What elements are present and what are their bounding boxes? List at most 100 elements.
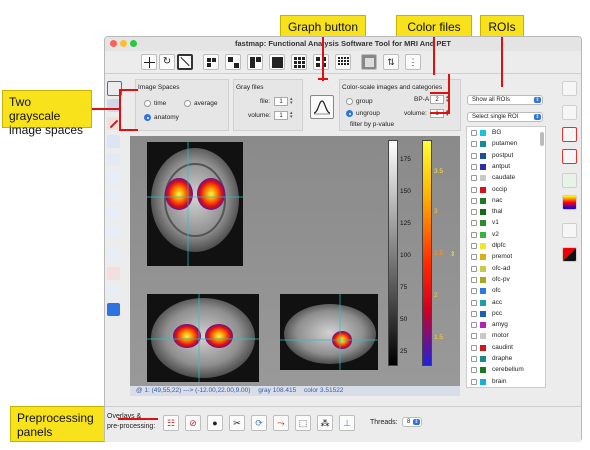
layout-grid-3-button[interactable]: [335, 54, 351, 70]
average-radio[interactable]: [184, 100, 191, 107]
no-entry-button[interactable]: ⊘: [185, 415, 201, 431]
layout-3-button[interactable]: [247, 54, 263, 70]
roi-list-item[interactable]: v2: [467, 229, 545, 241]
roi-list-item[interactable]: dlpfc: [467, 240, 545, 252]
roi-list-item[interactable]: amyg: [467, 319, 545, 331]
crop-tool[interactable]: [107, 207, 120, 220]
target-tool[interactable]: [107, 247, 120, 260]
roi-list-item[interactable]: ofc-pv: [467, 274, 545, 286]
graph-button[interactable]: [310, 95, 334, 119]
roi-checkbox[interactable]: [471, 186, 477, 193]
roi-list-item[interactable]: motor: [467, 330, 545, 342]
image-view-button[interactable]: [361, 54, 377, 70]
roi-list-item[interactable]: pcc: [467, 308, 545, 320]
roi-list-item[interactable]: ofc: [467, 285, 545, 297]
bulb-tool[interactable]: [107, 171, 120, 184]
roi-checkbox[interactable]: [471, 299, 477, 306]
roi-checkbox[interactable]: [471, 130, 477, 136]
roi-checkbox[interactable]: [471, 276, 477, 283]
rotate-tool-button[interactable]: ↻: [159, 54, 175, 70]
roi-checkbox[interactable]: [471, 254, 477, 261]
options-dropdown[interactable]: [107, 303, 120, 316]
roi-list-item[interactable]: brain: [467, 376, 545, 387]
roi-list-item[interactable]: cerebellum: [467, 364, 545, 376]
roi-list-item[interactable]: acc: [467, 297, 545, 309]
gray-file-stepper[interactable]: ▴ ▾: [290, 97, 295, 106]
roi-list-item[interactable]: putamen: [467, 138, 545, 150]
gray-file-input[interactable]: 1: [274, 97, 288, 106]
roi-checkbox[interactable]: [471, 356, 477, 362]
roi-checkbox[interactable]: [471, 243, 477, 249]
gray-volume-input[interactable]: 1: [274, 111, 288, 120]
flower-tool[interactable]: [562, 223, 577, 238]
more-button[interactable]: ⋮: [405, 54, 421, 70]
roi-list-item[interactable]: caudint: [467, 342, 545, 354]
axial-view[interactable]: [147, 294, 259, 382]
roi-list-item[interactable]: draphe: [467, 353, 545, 365]
layout-grid-button[interactable]: [291, 54, 307, 70]
refresh-button[interactable]: ⟳: [251, 415, 267, 431]
roi-checkbox[interactable]: [471, 152, 477, 159]
globe-tool[interactable]: [107, 189, 120, 202]
colormap-tool[interactable]: [562, 195, 577, 210]
roi-checkbox[interactable]: [471, 141, 477, 148]
threads-select[interactable]: 8 ⇕: [402, 417, 422, 427]
colorbar-range-marker-icon[interactable]: ⇕: [450, 250, 455, 258]
align-tool[interactable]: [562, 105, 577, 120]
crosshair-tool-button[interactable]: [141, 54, 157, 70]
sagittal-view[interactable]: [280, 294, 378, 370]
roi-checkbox[interactable]: [471, 378, 477, 385]
anatomy-radio[interactable]: [144, 114, 151, 121]
layers-tool[interactable]: [107, 267, 120, 280]
layout-single-button[interactable]: [269, 54, 285, 70]
warp-button[interactable]: ⬚: [295, 415, 311, 431]
layout-grid-2-button[interactable]: [313, 54, 329, 70]
box-tool-button[interactable]: [177, 54, 193, 70]
gray-volume-stepper[interactable]: ▴ ▾: [290, 111, 295, 120]
roi-checkbox[interactable]: [471, 231, 477, 238]
overlay-tool[interactable]: [107, 285, 120, 298]
sort-button[interactable]: ⇅: [383, 54, 399, 70]
roi-checkbox[interactable]: [471, 288, 477, 295]
coronal-view[interactable]: [147, 142, 243, 266]
cut-button[interactable]: ✂: [229, 415, 245, 431]
show-rois-select[interactable]: Show all ROIs ⇕: [467, 95, 543, 105]
roi-list[interactable]: BG putamen postput antput caudate occip nac tha…: [466, 126, 546, 388]
roi-sheet-button[interactable]: ☷: [163, 415, 179, 431]
roi-list-item[interactable]: nac: [467, 195, 545, 207]
roi-checkbox[interactable]: [471, 197, 477, 204]
roi-list-item[interactable]: premot: [467, 251, 545, 263]
roi-list-scrollbar[interactable]: [540, 132, 544, 146]
roi-checkbox[interactable]: [471, 163, 477, 170]
roi-checkbox[interactable]: [471, 220, 477, 227]
select-single-roi[interactable]: Select single ROI ⇕: [467, 112, 543, 122]
layout-2-button[interactable]: [225, 54, 241, 70]
layout-1-button[interactable]: [203, 54, 219, 70]
roi-checkbox[interactable]: [471, 344, 477, 351]
document-tool[interactable]: [107, 153, 120, 166]
roi-list-item[interactable]: postput: [467, 150, 545, 162]
color-swap-tool[interactable]: [562, 247, 577, 262]
roi-checkbox[interactable]: [471, 265, 477, 272]
roi-checkbox[interactable]: [471, 209, 477, 216]
roi-checkbox[interactable]: [471, 333, 477, 340]
roi-list-item[interactable]: BG: [467, 127, 545, 139]
roi-checkbox[interactable]: [471, 175, 477, 182]
roi-list-item[interactable]: caudate: [467, 172, 545, 184]
roi-list-item[interactable]: v1: [467, 217, 545, 229]
roi-list-item[interactable]: occip: [467, 184, 545, 196]
color-file-input[interactable]: 2: [430, 95, 444, 104]
group-radio[interactable]: [346, 98, 353, 105]
sort-up-tool[interactable]: [562, 81, 577, 96]
axes-button[interactable]: ⊥: [339, 415, 355, 431]
h-tool[interactable]: [562, 173, 577, 188]
dot-button[interactable]: ●: [207, 415, 223, 431]
ungroup-radio[interactable]: [346, 110, 353, 117]
roi-list-item[interactable]: antput: [467, 161, 545, 173]
expand-tool[interactable]: [107, 225, 120, 238]
transform-button[interactable]: ⤳: [273, 415, 289, 431]
red-arrows-tool[interactable]: [562, 127, 577, 142]
add-red-tool[interactable]: [562, 149, 577, 164]
roi-checkbox[interactable]: [471, 367, 477, 374]
roi-checkbox[interactable]: [471, 322, 477, 329]
